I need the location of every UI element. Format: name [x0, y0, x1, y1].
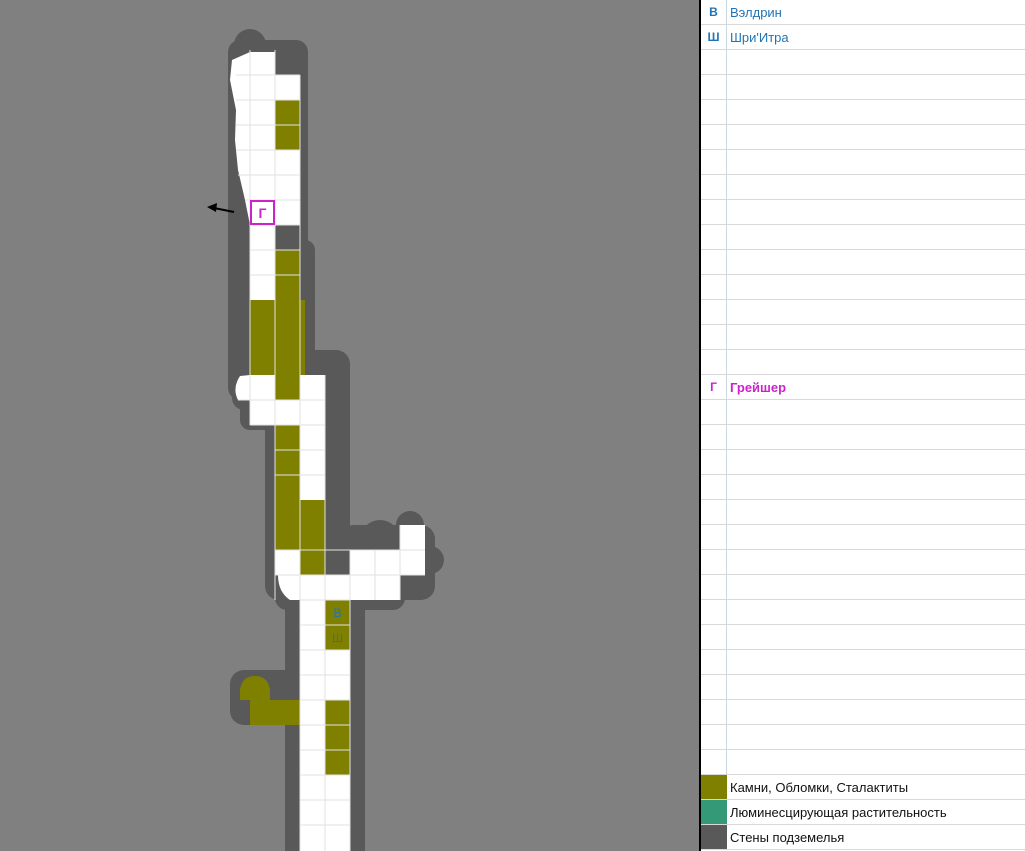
empty-row: [701, 150, 1025, 175]
empty-row: [701, 575, 1025, 600]
empty-cell: [701, 125, 727, 149]
empty-cell: [701, 575, 727, 599]
empty-row: [701, 650, 1025, 675]
legend-label: Стены подземелья: [730, 829, 845, 845]
empty-cell: [701, 175, 727, 199]
empty-cell: [701, 200, 727, 224]
legend-swatch: [701, 775, 727, 799]
character-name: Грейшер: [730, 379, 787, 395]
empty-cell: [701, 325, 727, 349]
empty-row: [701, 100, 1025, 125]
empty-row: [701, 200, 1025, 225]
empty-cell: [701, 50, 727, 74]
empty-row: [701, 750, 1025, 775]
dungeon-map: Г В Ш: [0, 0, 700, 851]
empty-row: [701, 725, 1025, 750]
empty-cell: [701, 700, 727, 724]
token-veldrin[interactable]: В: [325, 600, 350, 625]
legend-row: Камни, Обломки, Сталактиты: [701, 775, 1025, 800]
empty-cell: [701, 675, 727, 699]
legend-swatch-cell: [701, 775, 727, 799]
legend-row: Стены подземелья: [701, 825, 1025, 850]
empty-row: [701, 675, 1025, 700]
empty-cell: [701, 150, 727, 174]
empty-row: [701, 525, 1025, 550]
empty-row: [701, 450, 1025, 475]
empty-row: [701, 250, 1025, 275]
character-row: В Вэлдрин: [701, 0, 1025, 25]
empty-row: [701, 75, 1025, 100]
empty-cell: [701, 475, 727, 499]
empty-cell: [701, 225, 727, 249]
empty-cell: [701, 250, 727, 274]
empty-cell: [701, 600, 727, 624]
empty-row: [701, 625, 1025, 650]
character-row: Ш Шри'Итра: [701, 25, 1025, 50]
empty-cell: [701, 75, 727, 99]
empty-row: [701, 425, 1025, 450]
empty-cell: [701, 550, 727, 574]
character-name: Шри'Итра: [730, 29, 789, 45]
empty-row: [701, 500, 1025, 525]
legend-label: Люминесцирующая растительность: [730, 804, 947, 820]
empty-cell: [701, 425, 727, 449]
legend-row: Люминесцирующая растительность: [701, 800, 1025, 825]
empty-cell: [701, 300, 727, 324]
map-canvas: [207, 29, 444, 851]
legend-swatch: [701, 825, 727, 849]
character-row: Г Грейшер: [701, 375, 1025, 400]
character-marker: Г: [701, 375, 727, 399]
legend-swatch: [701, 800, 727, 824]
empty-cell: [701, 275, 727, 299]
empty-cell: [701, 625, 727, 649]
legend-swatch-cell: [701, 800, 727, 824]
empty-cell: [701, 450, 727, 474]
empty-row: [701, 175, 1025, 200]
token-shri-itra[interactable]: Ш: [325, 625, 350, 650]
empty-cell: [701, 525, 727, 549]
empty-row: [701, 325, 1025, 350]
empty-cell: [701, 725, 727, 749]
character-name: Вэлдрин: [730, 4, 782, 20]
empty-row: [701, 50, 1025, 75]
token-greisher[interactable]: Г: [250, 200, 275, 225]
empty-row: [701, 125, 1025, 150]
empty-cell: [701, 350, 727, 374]
empty-cell: [701, 400, 727, 424]
empty-row: [701, 225, 1025, 250]
empty-row: [701, 275, 1025, 300]
empty-row: [701, 600, 1025, 625]
character-marker: Ш: [701, 25, 727, 49]
empty-cell: [701, 650, 727, 674]
character-marker: В: [701, 0, 727, 24]
legend-label: Камни, Обломки, Сталактиты: [730, 779, 909, 795]
empty-cell: [701, 500, 727, 524]
empty-row: [701, 300, 1025, 325]
empty-cell: [701, 750, 727, 774]
empty-row: [701, 350, 1025, 375]
empty-cell: [701, 100, 727, 124]
legend-swatch-cell: [701, 825, 727, 849]
empty-row: [701, 475, 1025, 500]
empty-row: [701, 550, 1025, 575]
side-panel: В Вэлдрин Ш Шри'Итра Г Грейшер Камни, Обломки,…: [699, 0, 1025, 851]
empty-row: [701, 700, 1025, 725]
empty-row: [701, 400, 1025, 425]
